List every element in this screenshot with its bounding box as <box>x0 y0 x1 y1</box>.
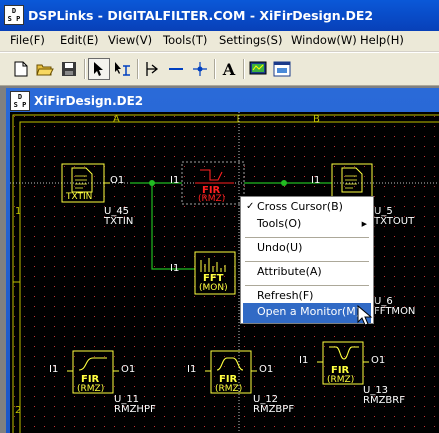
pointer-arrow-icon[interactable] <box>88 58 110 80</box>
horizontal-line-icon[interactable] <box>165 58 187 80</box>
column-label-b: B <box>313 114 320 125</box>
menu-attribute-label: Attribute(A) <box>257 265 322 278</box>
brf-type-name: RMZBRF <box>363 395 405 406</box>
txtin-type-name: TXTIN <box>104 216 134 227</box>
menu-tools-submenu[interactable]: Tools(O) ▶ <box>243 215 371 235</box>
connect-wire-icon[interactable] <box>112 58 134 80</box>
child-window-title: XiFirDesign.DE2 <box>34 94 144 108</box>
txtin-icon-label: TXTIN <box>66 192 93 202</box>
dsplinks-app-icon[interactable]: D S P <box>4 5 24 25</box>
menu-attribute[interactable]: Attribute(A) <box>243 263 371 283</box>
txtout-port-i1: I1 <box>311 175 321 186</box>
child-icon-letter-d: D <box>17 93 23 101</box>
window-icon[interactable] <box>271 58 293 80</box>
hpf-port-i1: I1 <box>49 364 59 375</box>
context-menu: ✓ Cross Cursor(B) Tools(O) ▶ Undo(U) Att… <box>240 196 374 324</box>
row-label-2: 2 <box>15 405 22 416</box>
app-titlebar[interactable]: D S P DSPLinks - DIGITALFILTER.COM - XiF… <box>0 0 439 31</box>
menu-open-monitor-label: Open a Monitor(M) <box>257 305 361 318</box>
bpf-port-o1: O1 <box>259 364 274 375</box>
fft-port-i1: I1 <box>170 263 180 274</box>
menu-refresh-label: Refresh(F) <box>257 289 314 302</box>
schematic-canvas[interactable]: A B 1 2 TXTIN O1 U_45 TXTIN I1 FIR (RMZ)… <box>10 112 439 433</box>
menu-undo[interactable]: Undo(U) <box>243 239 371 259</box>
child-icon-letters-sp: S P <box>13 101 27 109</box>
app-icon-letters-sp: S P <box>7 15 21 23</box>
brf-port-o1: O1 <box>371 355 386 366</box>
brf-port-i1: I1 <box>299 355 309 366</box>
menu-view[interactable]: View(V) <box>108 33 152 47</box>
mouse-pointer-icon <box>357 305 373 326</box>
menu-open-monitor[interactable]: Open a Monitor(M) <box>243 303 371 323</box>
check-mark-icon: ✓ <box>246 201 255 212</box>
junction-node-1 <box>149 180 155 186</box>
menu-tools[interactable]: Tools(T) <box>163 33 207 47</box>
bpf-type-name: RMZBPF <box>253 404 295 415</box>
child-window-icon[interactable]: D S P <box>10 91 30 111</box>
probe-icon[interactable] <box>141 58 163 80</box>
column-label-a: A <box>113 114 120 125</box>
new-file-icon[interactable] <box>10 58 32 80</box>
txtout-type-name: TXTOUT <box>374 216 415 227</box>
fir-main-line2: (RMZ) <box>198 194 226 204</box>
junction-node-2 <box>281 180 287 186</box>
menu-tools-label: Tools(O) <box>257 217 302 230</box>
app-title: DSPLinks - DIGITALFILTER.COM - XiFirDesi… <box>28 8 374 23</box>
bpf-line2: (RMZ) <box>215 384 243 394</box>
fft-line2: (MON) <box>199 283 228 293</box>
menu-undo-label: Undo(U) <box>257 241 303 254</box>
menu-help[interactable]: Help(H) <box>360 33 404 47</box>
hpf-line2: (RMZ) <box>77 384 105 394</box>
menu-window[interactable]: Window(W) <box>291 33 357 47</box>
text-a-icon[interactable]: A <box>218 58 240 80</box>
fft-type-name: FFTMON <box>374 306 416 317</box>
menu-edit[interactable]: Edit(E) <box>60 33 99 47</box>
menu-cross-cursor-label: Cross Cursor(B) <box>257 200 343 213</box>
monitor-icon[interactable] <box>247 58 269 80</box>
row-label-1: 1 <box>15 206 22 217</box>
submenu-arrow-icon: ▶ <box>361 220 367 228</box>
fir-main-port-i1: I1 <box>170 175 180 186</box>
hpf-type-name: RMZHPF <box>114 404 156 415</box>
hpf-port-o1: O1 <box>121 364 136 375</box>
txtin-port-o1: O1 <box>110 175 125 186</box>
brf-line2: (RMZ) <box>327 375 355 385</box>
toolbar: A <box>0 52 439 86</box>
cross-node-icon[interactable] <box>189 58 211 80</box>
bpf-port-i1: I1 <box>187 364 197 375</box>
menu-file[interactable]: File(F) <box>10 33 45 47</box>
menu-settings[interactable]: Settings(S) <box>219 33 282 47</box>
app-icon-letter-d: D <box>11 7 17 15</box>
menubar: File(F) Edit(E) View(V) Tools(T) Setting… <box>0 31 439 51</box>
save-disk-icon[interactable] <box>58 58 80 80</box>
open-folder-icon[interactable] <box>34 58 56 80</box>
